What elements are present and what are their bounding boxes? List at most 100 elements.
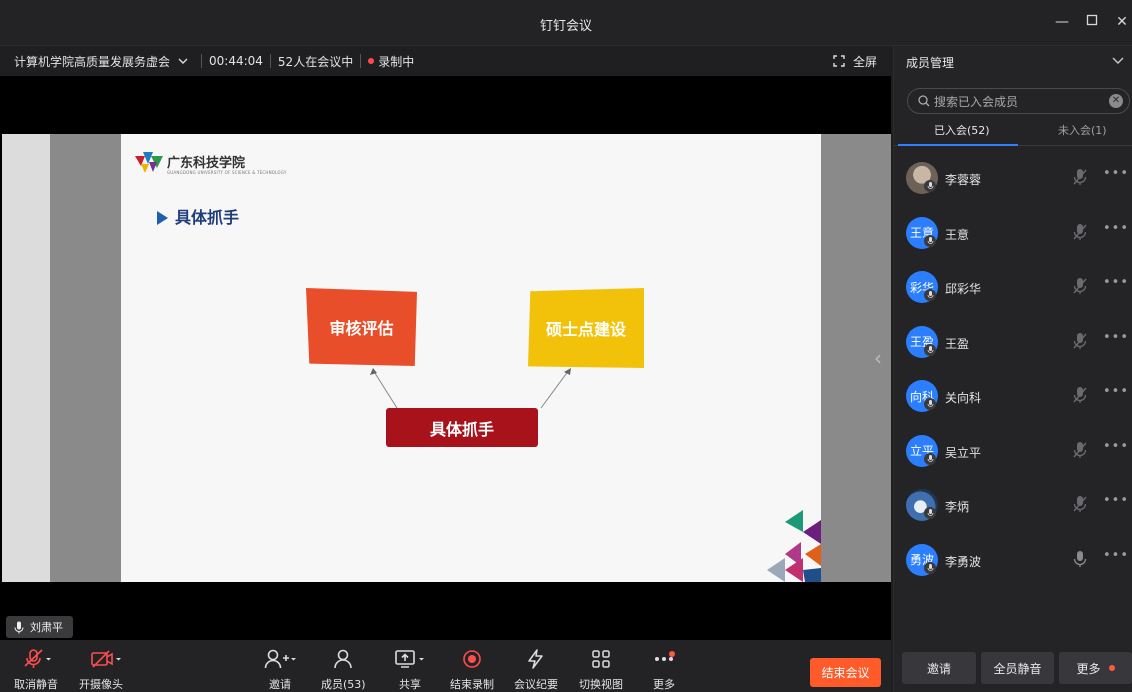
stop-recording-button[interactable]: 结束录制	[450, 646, 494, 692]
person-icon	[334, 649, 353, 669]
member-row[interactable]: 王盈 王盈 •••	[894, 320, 1132, 374]
member-name: 李蓉蓉	[945, 173, 982, 187]
diagram-arrows	[370, 368, 571, 409]
notification-dot	[1108, 665, 1115, 671]
member-row[interactable]: 向科 关向科 •••	[894, 374, 1132, 428]
member-row[interactable]: 勇波 李勇波 •••	[894, 538, 1132, 592]
microphone-icon[interactable]	[1073, 550, 1087, 571]
avatar-mic-badge-icon	[924, 289, 936, 301]
member-row[interactable]: 李炳 •••	[894, 483, 1132, 537]
muted-mic-icon[interactable]	[1073, 332, 1087, 353]
more-dots-icon[interactable]: •••	[1103, 548, 1129, 563]
fullscreen-button[interactable]: 全屏	[833, 46, 877, 76]
minutes-button[interactable]: 会议纪要	[514, 646, 558, 692]
avatar-mic-badge-icon	[924, 507, 936, 519]
unmute-button[interactable]: 取消静音	[14, 646, 58, 692]
title-bar: 钉钉会议 — ✕	[0, 0, 1132, 46]
add-person-icon	[264, 649, 296, 669]
grid-view-icon	[592, 650, 610, 668]
muted-mic-icon[interactable]	[1073, 441, 1087, 462]
member-name: 李炳	[945, 500, 970, 514]
tab-not-joined[interactable]: 未入会(1)	[1058, 122, 1107, 138]
avatar-mic-badge-icon	[924, 398, 936, 410]
diagram-box-center: 具体抓手	[386, 408, 538, 447]
clear-search-icon[interactable]: ✕	[1109, 94, 1123, 108]
member-name: 王盈	[945, 336, 970, 351]
chevron-left-icon[interactable]: ‹	[874, 346, 882, 370]
member-row[interactable]: 李蓉蓉 •••	[894, 156, 1132, 210]
more-dots-icon[interactable]: •••	[1103, 166, 1129, 181]
panel-footer: 邀请 全员静音 更多	[894, 650, 1132, 692]
switch-view-button[interactable]: 切换视图	[579, 646, 623, 692]
avatar-mic-badge-icon	[924, 561, 936, 574]
screen-strip	[2, 134, 50, 582]
member-search-input[interactable]: 搜索已入会成员 ✕	[907, 88, 1130, 114]
chevron-down-icon[interactable]	[1112, 55, 1124, 65]
invite-button[interactable]: 邀请	[264, 646, 296, 692]
fullscreen-label: 全屏	[852, 54, 877, 69]
mute-all-button[interactable]: 全员静音	[981, 652, 1054, 684]
muted-mic-icon[interactable]	[1073, 386, 1087, 407]
presentation-slide: 广东科技学院 GUANGDONG UNIVERSITY OF SCIENCE &…	[121, 134, 821, 582]
member-tabs: 已入会(52) 未入会(1)	[894, 120, 1132, 146]
divider	[360, 54, 362, 68]
avatar-mic-badge-icon	[924, 180, 936, 192]
member-name: 李勇波	[945, 554, 982, 569]
share-screen-icon	[395, 650, 424, 668]
meeting-name[interactable]: 计算机学院高质量发展务虚会	[14, 53, 170, 70]
fullscreen-icon	[833, 55, 845, 67]
maximize-icon[interactable]	[1084, 14, 1100, 30]
more-dots-icon[interactable]: •••	[1103, 330, 1129, 345]
video-area: 广东科技学院 GUANGDONG UNIVERSITY OF SCIENCE &…	[0, 76, 891, 640]
member-name: 王意	[945, 227, 970, 242]
recording-dot-icon	[368, 58, 375, 64]
member-name: 吴立平	[945, 445, 982, 460]
meeting-toolbar: 取消静音 开摄像头 邀请 成员(53) 共享 结束录制 会议纪要 切换视图 更多…	[0, 640, 891, 692]
switch-view-label: 切换视图	[579, 678, 623, 691]
avatar-mic-badge-icon	[924, 343, 936, 356]
member-row[interactable]: 王意 王意 •••	[894, 211, 1132, 265]
end-meeting-button[interactable]: 结束会议	[810, 658, 881, 687]
microphone-icon	[14, 621, 24, 633]
minimize-icon[interactable]: —	[1054, 14, 1070, 30]
members-button[interactable]: 成员(53)	[321, 646, 366, 692]
close-icon[interactable]: ✕	[1114, 14, 1130, 30]
chevron-down-icon[interactable]	[178, 56, 188, 66]
muted-mic-icon[interactable]	[1073, 223, 1087, 244]
avatar-mic-badge-icon	[924, 452, 936, 465]
more-dots-icon[interactable]: •••	[1103, 439, 1129, 454]
window-title: 钉钉会议	[539, 19, 592, 34]
camera-off-icon	[91, 650, 121, 668]
more-dots-icon[interactable]: •••	[1103, 221, 1129, 236]
panel-more-button[interactable]: 更多	[1059, 652, 1132, 684]
share-label: 共享	[399, 678, 421, 691]
panel-more-label: 更多	[1076, 661, 1101, 676]
more-dots-icon[interactable]: •••	[1103, 384, 1129, 399]
muted-mic-icon[interactable]	[1073, 495, 1087, 516]
member-row[interactable]: 彩华 邱彩华 •••	[894, 265, 1132, 319]
participant-count: 52人在会议中	[277, 54, 354, 69]
unmute-label: 取消静音	[14, 678, 58, 691]
tab-joined[interactable]: 已入会(52)	[934, 122, 990, 138]
search-placeholder: 搜索已入会成员	[934, 94, 1019, 109]
elapsed-time: 00:44:04	[209, 54, 263, 68]
invite-label: 邀请	[269, 678, 291, 691]
minutes-label: 会议纪要	[514, 678, 558, 691]
meeting-info-bar: 计算机学院高质量发展务虚会 00:44:04 52人在会议中 录制中 全屏	[0, 46, 891, 76]
divider	[269, 54, 271, 68]
recording-status: 录制中	[378, 54, 415, 69]
minutes-icon	[528, 649, 543, 669]
panel-invite-button[interactable]: 邀请	[902, 652, 976, 684]
more-dots-icon[interactable]: •••	[1103, 493, 1129, 508]
diagram-box-audit: 审核评估	[306, 288, 417, 366]
share-button[interactable]: 共享	[394, 646, 426, 692]
shared-screen: 广东科技学院 GUANGDONG UNIVERSITY OF SCIENCE &…	[2, 134, 891, 582]
camera-button[interactable]: 开摄像头	[79, 646, 123, 692]
member-row[interactable]: 立平 吴立平 •••	[894, 429, 1132, 483]
muted-mic-icon[interactable]	[1073, 277, 1087, 298]
member-name: 邱彩华	[945, 282, 982, 296]
muted-mic-icon[interactable]	[1073, 168, 1087, 189]
member-name: 关向科	[945, 391, 982, 405]
search-icon	[918, 95, 930, 107]
more-dots-icon[interactable]: •••	[1103, 275, 1129, 290]
